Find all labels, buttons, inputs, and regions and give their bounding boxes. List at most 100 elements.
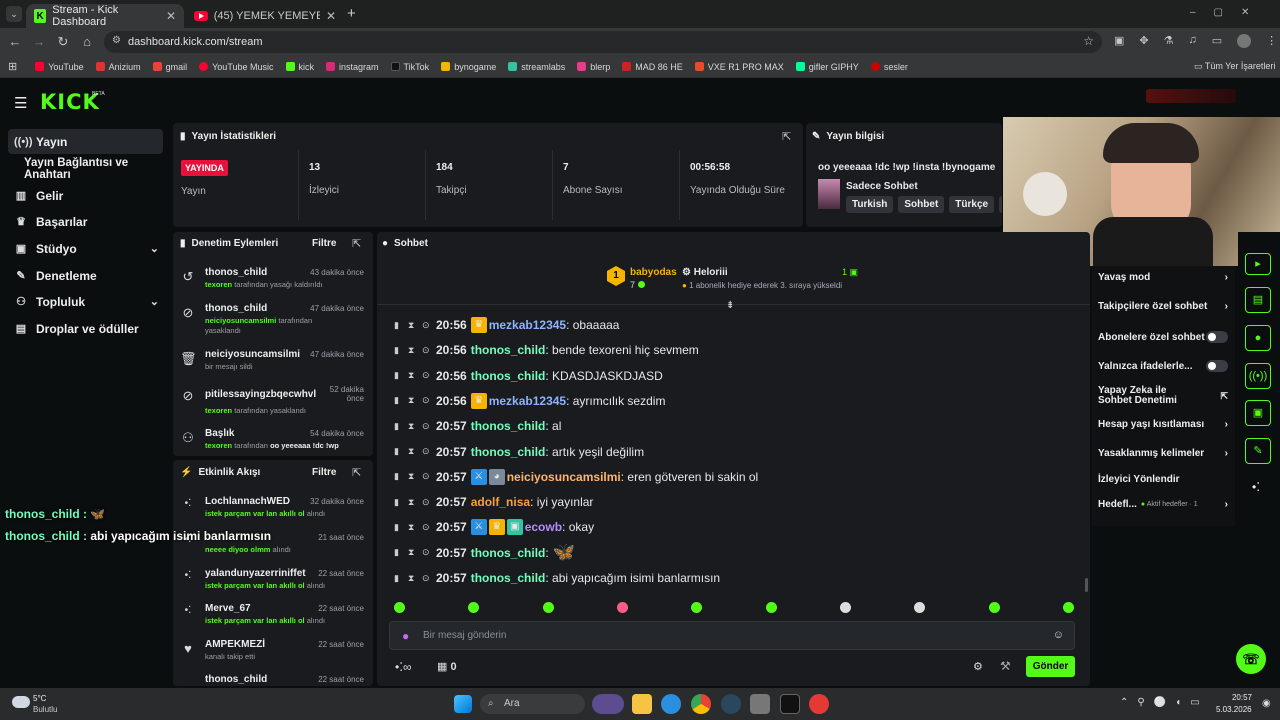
chat-username[interactable]: thonos_child [471, 571, 546, 585]
chat-message[interactable]: ▮ ⧗ ⊙ 20:57 adolf_nisa: iyi yayınlar [394, 491, 593, 513]
moderation-row[interactable]: ↺ thonos_child 43 dakika önce texoren ta… [180, 267, 370, 305]
top-gifter-name[interactable]: babyodas [630, 267, 677, 278]
toggle-switch[interactable] [1206, 331, 1228, 343]
timeout-icon[interactable]: ⧗ [408, 471, 422, 482]
ban-shield-icon[interactable]: ⊙ [422, 446, 436, 457]
bookmark-giphy[interactable]: gifler GIPHY [795, 62, 859, 72]
expand-icon[interactable]: ⇱ [782, 130, 791, 143]
pin-message-icon[interactable]: ▮ [394, 421, 408, 432]
sidebar-item-topluluk[interactable]: ⚇ Topluluk ⌄ [8, 289, 163, 314]
timeout-icon[interactable]: ⧗ [408, 522, 422, 533]
taskbar-search[interactable]: ⌕ Ara [480, 694, 585, 714]
ban-shield-icon[interactable]: ⊙ [422, 497, 436, 508]
pin-message-icon[interactable]: ▮ [394, 497, 408, 508]
emote-icon[interactable] [1062, 602, 1074, 613]
timeout-icon[interactable]: ⧗ [408, 446, 422, 457]
sidebar-item-studyo[interactable]: ▣ Stüdyo ⌄ [8, 236, 163, 261]
bookmark-vxe[interactable]: VXE R1 PRO MAX [694, 62, 784, 72]
home-icon[interactable]: ⌂ [79, 34, 95, 50]
chat-username[interactable]: ecowb [525, 520, 562, 534]
microphone-icon[interactable]: ● [402, 629, 409, 643]
kicks-icon[interactable]: •⁚ [1252, 480, 1260, 494]
chat-username[interactable]: thonos_child [471, 445, 546, 459]
ban-shield-icon[interactable]: ⊙ [422, 471, 436, 482]
forward-icon[interactable]: → [31, 34, 47, 50]
rail-button-notes[interactable]: ▤ [1245, 287, 1271, 313]
chat-message[interactable]: ▮ ⧗ ⊙ 20:56 thonos_child: bende texoreni hiç… [394, 339, 699, 361]
close-tab-icon[interactable]: ✕ [326, 9, 336, 23]
emote-icon[interactable] [691, 602, 703, 613]
chat-message[interactable]: ▮ ⧗ ⊙ 20:57 thonos_child: artık yeşil değili… [394, 441, 644, 463]
kick-logo[interactable]: KICK [40, 90, 100, 114]
tag-chip[interactable]: Türkçe [949, 196, 995, 213]
rail-button-media[interactable]: ▣ [1245, 400, 1271, 426]
app-icon[interactable] [750, 694, 770, 714]
moderation-row[interactable]: 🗑 neiciyosuncamsilmi 47 dakika önce bir … [180, 349, 370, 387]
reload-icon[interactable]: ↻ [55, 34, 71, 50]
epic-games-icon[interactable] [780, 694, 800, 714]
sidebar-item-yayin[interactable]: ((•)) Yayın [8, 129, 163, 154]
mod-tools-icon[interactable]: ⚒ [1000, 659, 1011, 673]
tag-chip[interactable]: ch [999, 196, 1002, 213]
chat-username[interactable]: neiciyosuncamsilmi [507, 470, 621, 484]
setting-account-age[interactable]: Hesap yaşı kısıtlaması › [1098, 419, 1228, 430]
ban-shield-icon[interactable]: ⊙ [422, 395, 436, 406]
setting-goals[interactable]: Hedefl... ● Aktif hedefler · 1 › [1098, 499, 1228, 510]
bookmark-bynogame[interactable]: bynogame [441, 62, 496, 72]
chat-username[interactable]: thonos_child [471, 419, 546, 433]
emote-icon[interactable] [988, 602, 1000, 613]
setting-slow-mode[interactable]: Yavaş mod › [1098, 272, 1228, 283]
emote-icon[interactable] [394, 602, 405, 613]
pin-message-icon[interactable]: ▮ [394, 573, 408, 584]
all-bookmarks[interactable]: ▭ Tüm Yer İşaretleri [1194, 61, 1275, 72]
chat-username[interactable]: thonos_child [471, 343, 546, 357]
timeout-icon[interactable]: ⧗ [408, 395, 422, 406]
timeout-icon[interactable]: ⧗ [408, 345, 422, 356]
bookmark-streamlabs[interactable]: streamlabs [508, 62, 565, 72]
sidebar-item-denetleme[interactable]: ✎ Denetleme [8, 263, 163, 288]
sidebar-item-gelir[interactable]: ▥ Gelir [8, 183, 163, 208]
sidebar-item-stream-key[interactable]: Yayın Bağlantısı ve Anahtarı [8, 156, 163, 181]
bookmark-sesler[interactable]: sesler [870, 62, 908, 72]
ban-shield-icon[interactable]: ⊙ [422, 320, 436, 331]
hamburger-menu-icon[interactable]: ☰ [14, 94, 27, 112]
bookmark-blerp[interactable]: blerp [577, 62, 610, 72]
chat-username[interactable]: thonos_child [471, 369, 546, 383]
activity-row[interactable]: ♥ AMPEKMEZİ 22 saat önce kanalı takip et… [180, 639, 370, 677]
bookmark-youtube[interactable]: YouTube [35, 62, 84, 72]
weather-desc[interactable]: Bulutlu [33, 705, 57, 714]
ban-shield-icon[interactable]: ⊙ [422, 421, 436, 432]
pin-message-icon[interactable]: ▮ [394, 370, 408, 381]
back-icon[interactable]: ← [7, 34, 23, 50]
setting-followers-only[interactable]: Takipçilere özel sohbet › [1098, 301, 1228, 312]
bookmark-kick[interactable]: kick [285, 62, 314, 72]
bookmark-instagram[interactable]: instagram [326, 62, 379, 72]
send-button[interactable]: Gönder [1026, 656, 1075, 677]
timeout-icon[interactable]: ⧗ [408, 497, 422, 508]
bookmark-anizium[interactable]: Anizium [95, 62, 141, 72]
chat-message[interactable]: ▮ ⧗ ⊙ 20:56 thonos_child: KDASDJASKDJASD [394, 365, 663, 387]
ban-shield-icon[interactable]: ⊙ [422, 522, 436, 533]
timeout-icon[interactable]: ⧗ [408, 547, 422, 558]
bookmark-star-icon[interactable]: ☆ [1083, 34, 1094, 48]
apps-grid-icon[interactable]: ⊞ [8, 60, 17, 73]
moderation-row[interactable]: ⚇ Başlık 54 dakika önce texoren tarafınd… [180, 428, 370, 452]
chat-username[interactable]: mezkab12345 [489, 318, 566, 332]
tag-chip[interactable]: Turkish [846, 196, 894, 213]
chat-message[interactable]: ▮ ⧗ ⊙ 20:57 ⚔ ♛ ▣ ecowb: okay [394, 516, 594, 538]
tab-kick-dashboard[interactable]: K Stream - Kick Dashboard ✕ [26, 4, 184, 28]
activity-filter-button[interactable]: Filtre [312, 467, 336, 478]
kicks-icon[interactable]: •⁚∞ [395, 660, 412, 674]
windows-start-icon[interactable] [454, 695, 472, 713]
window-controls[interactable]: –▢✕ [1190, 7, 1267, 18]
close-tab-icon[interactable]: ✕ [166, 9, 176, 23]
system-tray-icons[interactable]: ⌃⚲⚪◖▭ [1120, 697, 1209, 708]
support-chat-icon[interactable]: ☏ [1236, 644, 1266, 674]
emote-icon[interactable] [468, 602, 480, 613]
bookmark-tiktok[interactable]: TikTok [390, 62, 429, 72]
file-explorer-icon[interactable] [632, 694, 652, 714]
weather-temp[interactable]: 5°C [33, 694, 46, 703]
chat-message[interactable]: ▮ ⧗ ⊙ 20:57 thonos_child: al [394, 415, 561, 437]
edge-icon[interactable] [661, 694, 681, 714]
new-tab-icon[interactable]: + [347, 5, 356, 22]
